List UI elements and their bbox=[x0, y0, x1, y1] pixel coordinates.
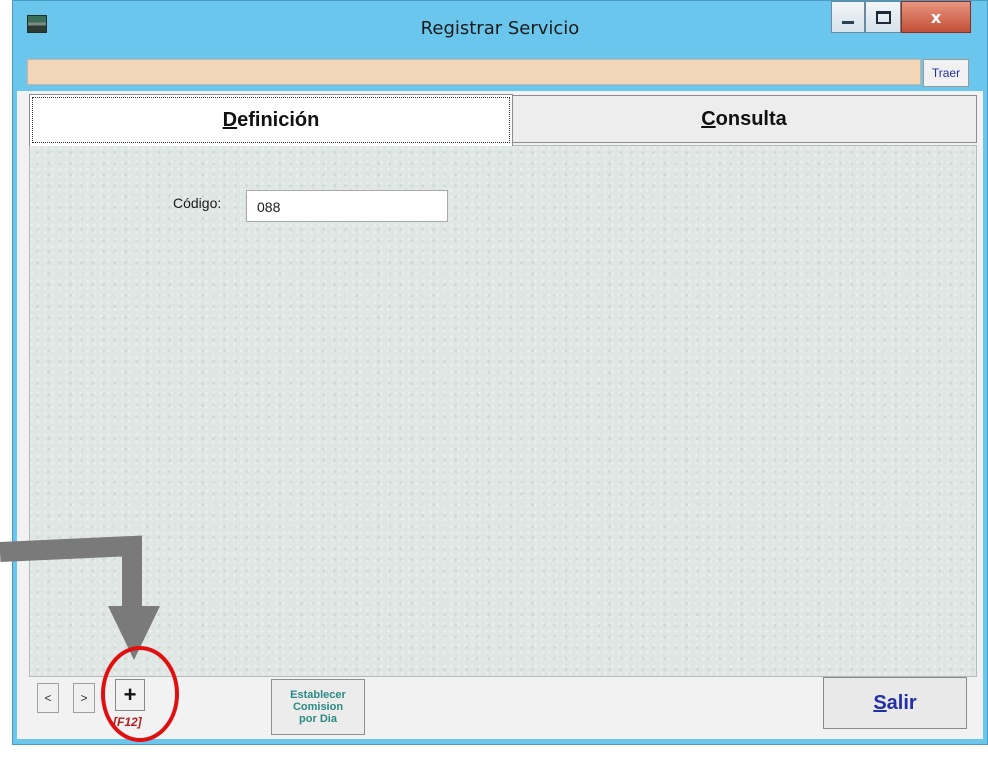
maximize-button[interactable] bbox=[865, 1, 901, 33]
comision-line-3: por Dia bbox=[299, 713, 337, 725]
maximize-icon bbox=[875, 10, 891, 24]
registrar-servicio-window: Registrar Servicio x Traer Definición Co… bbox=[12, 0, 988, 745]
info-bar bbox=[27, 59, 921, 85]
salir-button[interactable]: Salir bbox=[823, 677, 967, 729]
traer-button[interactable]: Traer bbox=[923, 59, 969, 87]
codigo-label: Código: bbox=[173, 195, 222, 211]
minimize-icon bbox=[842, 20, 854, 24]
previous-record-button[interactable]: < bbox=[37, 683, 59, 713]
next-record-button[interactable]: > bbox=[73, 683, 95, 713]
tab-definicion[interactable]: Definición bbox=[29, 94, 513, 146]
tab-consulta-rest: onsulta bbox=[715, 107, 787, 130]
tab-definicion-label: Definición bbox=[223, 109, 320, 132]
definicion-panel: Código: 088 bbox=[29, 145, 977, 677]
title-bar[interactable]: Registrar Servicio x bbox=[13, 1, 987, 55]
comision-line-1: Establecer bbox=[290, 689, 346, 701]
establecer-comision-button[interactable]: Establecer Comision por Dia bbox=[271, 679, 365, 735]
comision-line-2: Comision bbox=[292, 701, 344, 713]
add-shortcut-label: [F12] bbox=[113, 715, 142, 729]
client-area: Definición Consulta Código: 088 < > + [F… bbox=[17, 91, 983, 739]
tab-definicion-mnemonic: D bbox=[222, 109, 238, 131]
close-button[interactable]: x bbox=[901, 1, 971, 33]
salir-label: Salir bbox=[873, 692, 916, 715]
tab-definicion-rest: efinición bbox=[237, 109, 320, 131]
tab-consulta-label: Consulta bbox=[701, 108, 787, 131]
tab-consulta[interactable]: Consulta bbox=[511, 95, 977, 143]
close-icon: x bbox=[930, 7, 942, 27]
add-button[interactable]: + bbox=[115, 679, 145, 711]
codigo-input[interactable]: 088 bbox=[246, 190, 448, 222]
salir-mnemonic: S bbox=[873, 691, 887, 714]
salir-rest: alir bbox=[886, 691, 917, 714]
tab-consulta-mnemonic: C bbox=[701, 107, 716, 130]
minimize-button[interactable] bbox=[831, 1, 865, 33]
